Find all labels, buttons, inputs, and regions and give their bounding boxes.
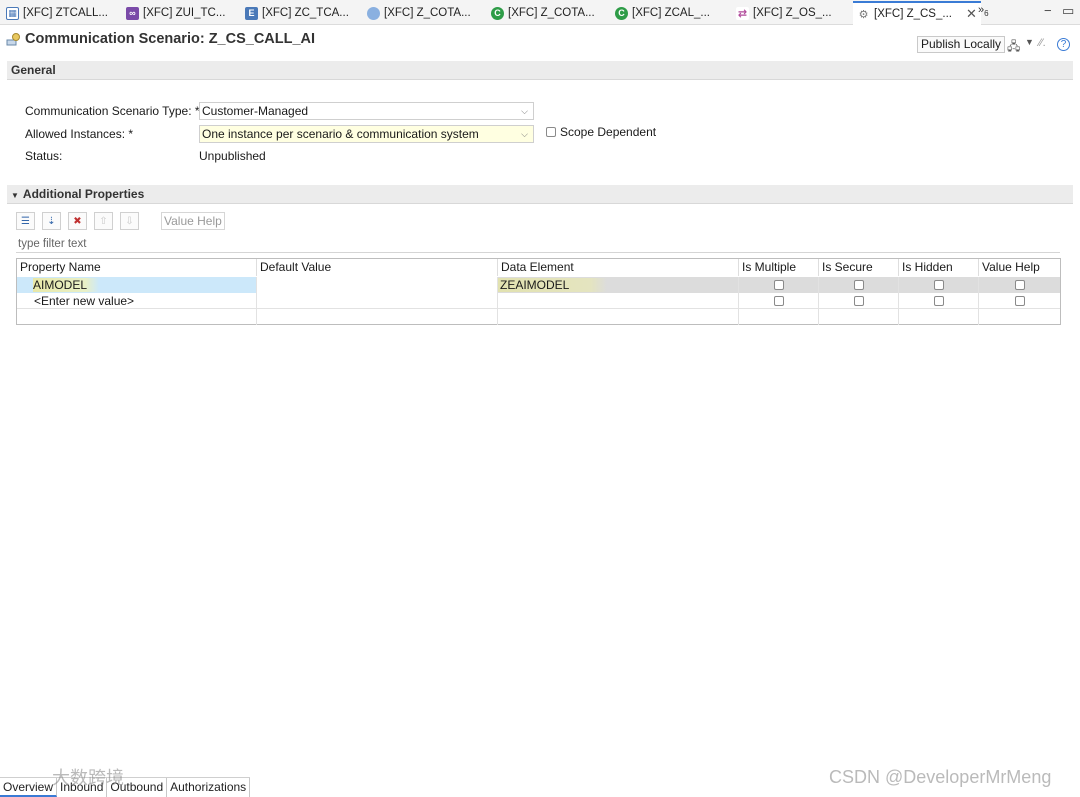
tab-ztcall[interactable]: ▦ [XFC] ZTCALL... <box>6 3 108 23</box>
communication-scenario-icon <box>6 33 20 46</box>
minimize-icon[interactable]: − <box>1044 3 1052 18</box>
column-header[interactable]: Is Hidden <box>899 259 979 276</box>
editor-header: Communication Scenario: Z_CS_CALL_AI <box>6 31 315 47</box>
service-binding-icon: ∞ <box>126 6 139 20</box>
link-icon[interactable]: ⁄⁄. <box>1039 37 1046 49</box>
table-row-empty <box>17 309 1060 325</box>
page-title: Communication Scenario: Z_CS_CALL_AI <box>25 31 316 47</box>
column-header[interactable]: Property Name <box>17 259 257 276</box>
default-value-cell[interactable] <box>257 293 498 309</box>
allowed-instances-select[interactable]: One instance per scenario & communicatio… <box>199 125 534 143</box>
tab-z-cota-1[interactable]: [XFC] Z_COTA... <box>367 3 471 23</box>
close-icon[interactable]: ✕ <box>966 6 977 22</box>
new-value-cell[interactable]: <Enter new value> <box>17 293 257 309</box>
general-section-header: General <box>7 61 1073 80</box>
class-icon: C <box>491 6 504 20</box>
help-icon[interactable]: ? <box>1057 38 1070 51</box>
communication-scenario-icon: ⚙ <box>857 7 870 21</box>
tab-z-cota-2[interactable]: C [XFC] Z_COTA... <box>491 3 595 23</box>
is-hidden-checkbox[interactable] <box>899 277 979 293</box>
value-help-checkbox[interactable] <box>979 293 1060 309</box>
chevron-down-icon: ⌵ <box>521 129 528 139</box>
property-name-cell[interactable]: AIMODEL <box>17 277 257 293</box>
chevron-down-icon[interactable]: ▼ <box>1025 37 1034 47</box>
default-value-cell[interactable] <box>257 277 498 293</box>
is-secure-checkbox[interactable] <box>819 277 899 293</box>
editor-window: { "tabs":[ {"label":"[XFC] ZTCALL...","i… <box>0 0 1080 797</box>
remove-property-icon[interactable]: ✖ <box>68 212 87 230</box>
scope-dependent-checkbox[interactable]: Scope Dependent <box>546 125 656 139</box>
is-multiple-checkbox[interactable] <box>739 277 819 293</box>
is-hidden-checkbox[interactable] <box>899 293 979 309</box>
entity-icon: E <box>245 6 258 20</box>
move-down-icon[interactable]: ⇩ <box>120 212 139 230</box>
properties-table: Property Name Default Value Data Element… <box>16 258 1061 325</box>
data-element-cell[interactable]: ZEAIMODEL <box>498 277 739 293</box>
status-label: Status: <box>25 149 63 163</box>
table-icon: ▦ <box>6 6 19 20</box>
insert-property-icon[interactable]: ⇣ <box>42 212 61 230</box>
status-value: Unpublished <box>199 149 266 163</box>
instances-label: Allowed Instances: * <box>25 127 134 141</box>
table-row[interactable]: AIMODEL ZEAIMODEL <box>17 277 1060 293</box>
editor-page-tabs: Overview Inbound Outbound Authorizations <box>0 777 251 797</box>
chevron-down-icon: ⌵ <box>521 106 528 116</box>
scenario-type-select[interactable]: Customer-Managed ⌵ <box>199 102 534 120</box>
additional-properties-header[interactable]: ▼ Additional Properties <box>7 185 1073 204</box>
value-help-button[interactable]: Value Help <box>161 212 225 230</box>
maximize-icon[interactable]: ▭ <box>1062 3 1074 19</box>
column-header[interactable]: Data Element <box>498 259 739 276</box>
value-help-checkbox[interactable] <box>979 277 1060 293</box>
editor-tab-bar: ▦ [XFC] ZTCALL... ∞ [XFC] ZUI_TC... E [X… <box>0 0 1080 25</box>
is-multiple-checkbox[interactable] <box>739 293 819 309</box>
publish-locally-button[interactable]: Publish Locally <box>917 36 1006 53</box>
watermark-left: 大数跨境 <box>52 768 124 788</box>
tab-authorizations[interactable]: Authorizations <box>167 778 251 797</box>
type-label: Communication Scenario Type: * <box>25 104 200 118</box>
outbound-service-icon: ⇄ <box>736 6 749 20</box>
checkbox-icon[interactable] <box>546 127 556 137</box>
is-secure-checkbox[interactable] <box>819 293 899 309</box>
column-header[interactable]: Default Value <box>257 259 498 276</box>
column-header[interactable]: Is Secure <box>819 259 899 276</box>
tab-zcal[interactable]: C [XFC] ZCAL_... <box>615 3 710 23</box>
deploy-icon[interactable]: 🖧 <box>1007 37 1020 58</box>
filter-input[interactable]: type filter text <box>16 236 1060 253</box>
circle-icon <box>367 6 380 20</box>
collapse-triangle-icon[interactable]: ▼ <box>11 191 19 200</box>
tab-zui-tc[interactable]: ∞ [XFC] ZUI_TC... <box>126 3 225 23</box>
tab-z-os[interactable]: ⇄ [XFC] Z_OS_... <box>736 3 832 23</box>
tab-zc-tca[interactable]: E [XFC] ZC_TCA... <box>245 3 349 23</box>
watermark-right: CSDN @DeveloperMrMeng <box>829 767 1052 787</box>
move-up-icon[interactable]: ⇧ <box>94 212 113 230</box>
tab-overflow-button[interactable]: »6 <box>978 4 989 18</box>
class-icon: C <box>615 6 628 20</box>
data-element-cell[interactable] <box>498 293 739 309</box>
tab-z-cs-active[interactable]: ⚙ [XFC] Z_CS_... ✕ <box>853 1 981 25</box>
add-property-icon[interactable]: ☰ <box>16 212 35 230</box>
column-header[interactable]: Is Multiple <box>739 259 819 276</box>
tab-overview[interactable]: Overview <box>0 778 58 797</box>
table-row[interactable]: <Enter new value> <box>17 293 1060 309</box>
column-header[interactable]: Value Help <box>979 259 1060 276</box>
